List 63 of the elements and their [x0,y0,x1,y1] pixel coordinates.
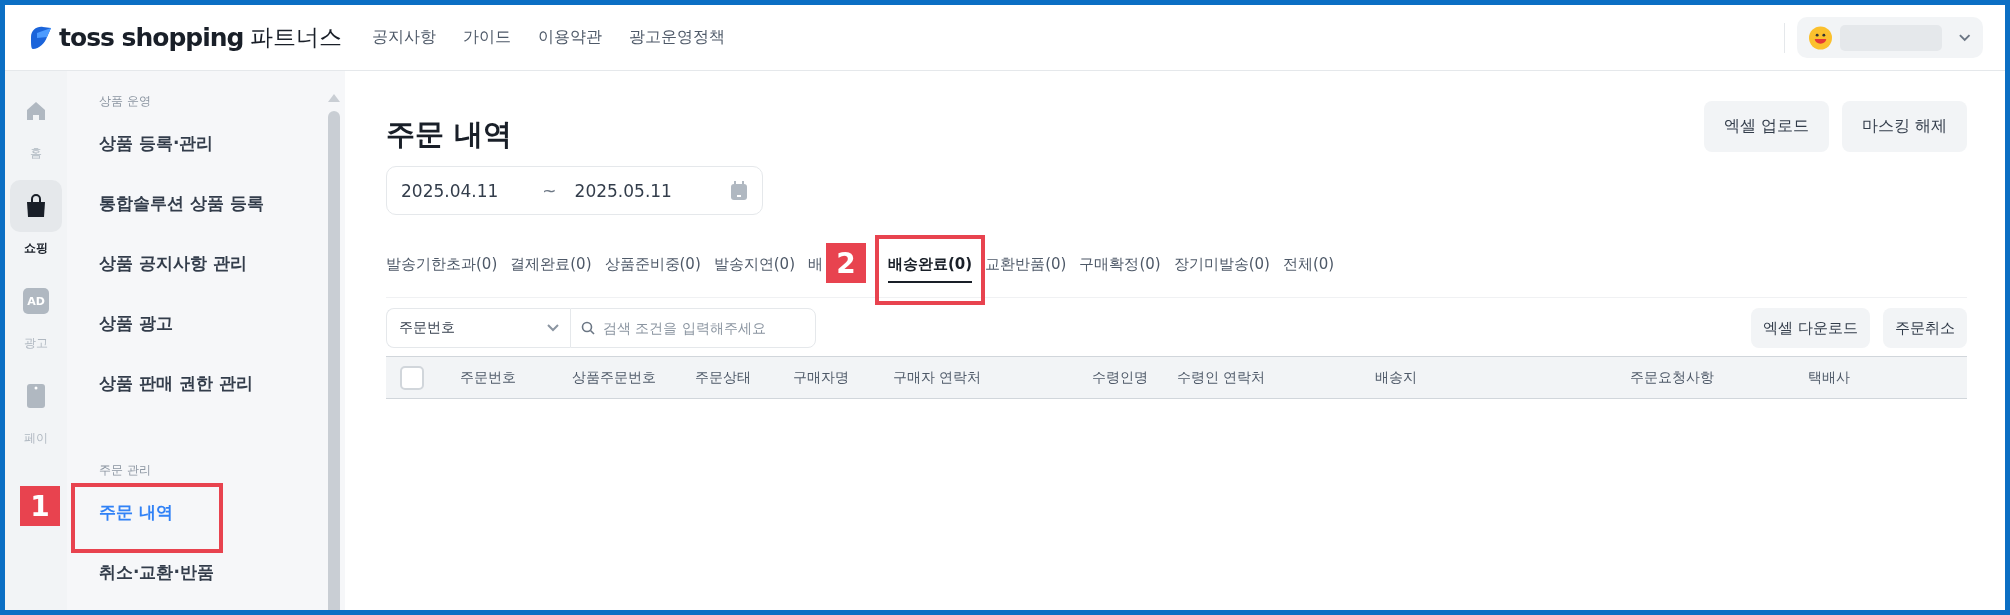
status-tab[interactable]: 결제완료(0) [510,251,592,283]
table-action-button[interactable]: 엑셀 다운로드 [1751,308,1870,348]
nav-link[interactable]: 가이드 [462,27,511,48]
action-button[interactable]: 마스킹 해제 [1841,101,1967,152]
status-tab[interactable]: 배송완료(0) [888,251,973,283]
rail-label: 쇼핑 [24,240,48,257]
status-tab[interactable]: 구매확정(0) [1079,251,1161,283]
filter-dropdown[interactable]: 주문번호 [386,308,570,348]
logo-suffix: 파트너스 [249,23,342,52]
chevron-down-icon [546,323,560,333]
status-tab[interactable]: 발송기한초과(0) [386,251,498,283]
section-title: 상품 운영 [99,93,152,110]
card-icon [26,383,46,409]
status-tab[interactable]: 배 [808,251,823,283]
rail-label: 페이 [24,430,48,447]
ad-icon: AD [23,288,49,314]
callout-number: 1 [20,486,60,526]
page-title: 주문 내역 [386,116,513,153]
menu-item[interactable]: 상품 광고 [99,312,173,372]
action-button[interactable]: 엑셀 업로드 [1703,101,1829,152]
profile-button[interactable] [1797,17,1983,58]
status-tab[interactable]: 장기미발송(0) [1173,251,1270,283]
bag-icon [24,193,48,219]
column-header: 수령인 연락처 [1177,368,1267,387]
logo-text: toss shopping [59,23,244,52]
calendar-icon [730,180,748,201]
status-tab[interactable]: 발송지연(0) [713,251,795,283]
scroll-up-icon [327,93,341,103]
select-all-checkbox[interactable] [400,365,424,390]
menu-item[interactable]: 상품 판매 권한 관리 [99,372,253,432]
column-header: 주문요청사항 [1630,368,1715,387]
menu-item[interactable]: 취소·교환·반품 [99,561,214,610]
column-header: 배송지 [1375,368,1418,387]
rail-icon-button[interactable] [10,180,62,232]
search-field[interactable]: 검색 조건을 입력해주세요 [570,308,816,348]
scrollbar-thumb[interactable] [328,111,340,610]
chevron-down-icon [1957,32,1971,43]
nav-link[interactable]: 광고운영정책 [628,27,725,48]
column-header: 수령인명 [1092,368,1149,387]
status-tab[interactable]: 교환반품(0) [985,251,1067,283]
menu-item[interactable]: 상품 공지사항 관리 [99,252,247,312]
home-icon [24,99,48,123]
column-header: 구매자 연락처 [893,368,983,387]
callout-number: 2 [826,243,866,283]
section-title: 주문 관리 [99,462,152,479]
menu-item[interactable]: 상품 등록·관리 [99,132,214,192]
column-header: 주문상태 [695,368,752,387]
column-header: 상품주문번호 [572,368,657,387]
rail-label: 광고 [24,335,48,352]
table-action-button[interactable]: 주문취소 [1883,308,1967,348]
column-header: 구매자명 [793,368,850,387]
status-tab[interactable]: 전체(0) [1282,251,1335,283]
status-tab[interactable]: 상품준비중(0) [604,251,701,283]
search-input[interactable]: 검색 조건을 입력해주세요 [601,309,815,347]
menu-item[interactable]: 통합솔루션 상품 등록 [99,192,264,252]
nav-link[interactable]: 이용약관 [537,27,602,48]
date-range-field[interactable]: 2025.04.11 ~ 2025.05.11 [386,166,763,215]
search-icon [581,321,595,335]
rail-label: 홈 [30,145,42,162]
smiley-icon [1809,25,1832,50]
column-header: 주문번호 [460,368,517,387]
column-header: 택배사 [1808,368,1851,387]
nav-link[interactable]: 공지사항 [371,27,436,48]
